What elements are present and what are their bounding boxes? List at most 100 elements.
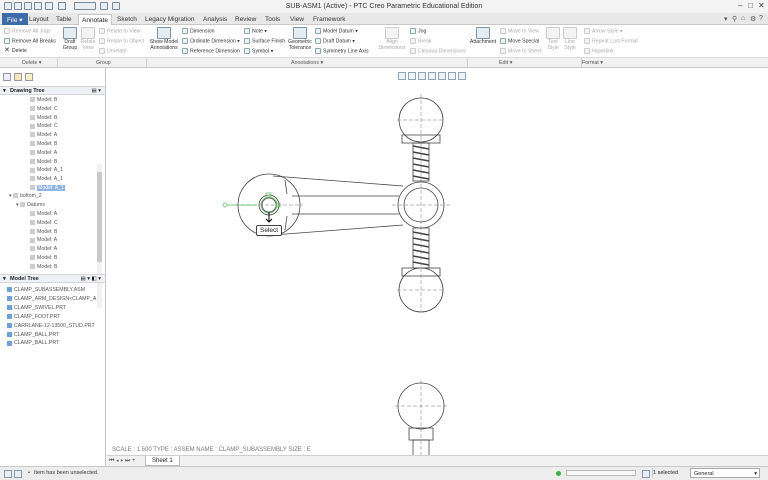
zoom-out-icon[interactable]: [418, 72, 426, 80]
remove-all-jogs-button[interactable]: Remove All Jogs: [4, 28, 51, 34]
tree-item-model[interactable]: Model: B: [30, 141, 57, 147]
drawing-canvas[interactable]: SCALE : 1.500 TYPE : ASSEM NAME : CLAMP_…: [107, 68, 768, 466]
tab-file[interactable]: File ▾: [2, 13, 28, 25]
pin-icon[interactable]: ▾: [724, 15, 728, 23]
draft-datum-button[interactable]: Draft Datum ▾: [315, 38, 355, 44]
folder-icon[interactable]: [14, 73, 22, 81]
hyperlink-button[interactable]: Hyperlink: [584, 48, 614, 54]
drawing-tree-scrollbar[interactable]: [97, 164, 102, 308]
tree-item-model[interactable]: Model: B: [30, 255, 57, 261]
sheet-view-icon[interactable]: [458, 72, 466, 80]
tree-item-model[interactable]: Model: A: [30, 150, 57, 156]
tree-item-model[interactable]: Model: B: [30, 159, 57, 165]
tab-legacy-migration[interactable]: Legacy Migration: [142, 14, 198, 25]
relate-to-view-button[interactable]: Relate to View: [99, 28, 140, 34]
tab-layout[interactable]: Layout: [26, 14, 52, 25]
tab-review[interactable]: Review: [232, 14, 259, 25]
expand-arrow-icon[interactable]: ▾: [9, 193, 12, 199]
arrow-style-button[interactable]: Arrow Style ▾: [584, 28, 623, 34]
tree-node-bottom[interactable]: ▾ bottom_2: [9, 193, 42, 199]
home-icon[interactable]: ⌂: [741, 15, 745, 22]
ordinate-dimension-button[interactable]: Ordinate Dimension ▾: [182, 38, 240, 44]
surface-finish-button[interactable]: Surface Finish: [244, 38, 285, 44]
tree-item-model[interactable]: Model: A_1: [30, 176, 63, 182]
tree-item-model[interactable]: Model: A_1: [30, 185, 65, 191]
drawing-tree-header[interactable]: ▾ Drawing Tree ▤ ▾: [0, 86, 105, 95]
group-edit[interactable]: Edit ▾: [499, 60, 512, 66]
model-tree-item[interactable]: CLAMP_ARM_DESIGN<CLAMP_A: [7, 296, 96, 302]
attachment-button[interactable]: Attachment: [469, 27, 497, 46]
tree-item-model[interactable]: Model: A: [30, 132, 57, 138]
search-icon[interactable]: ⚲: [732, 15, 737, 23]
dimension-button[interactable]: Dimension: [182, 28, 215, 34]
unrelate-button[interactable]: Unrelate: [99, 48, 127, 54]
repaint-icon[interactable]: [428, 72, 436, 80]
tab-view[interactable]: View: [287, 14, 307, 25]
tree-item-model[interactable]: Model: C: [30, 123, 58, 129]
repeat-last-format-button[interactable]: Repeat Last Format: [584, 38, 638, 44]
tree-item-model[interactable]: Model: B: [30, 229, 57, 235]
tree-item-model[interactable]: Model: B: [30, 97, 57, 103]
break-button[interactable]: Break: [410, 38, 432, 44]
move-to-view-button[interactable]: Move to View: [500, 28, 539, 34]
tree-item-model[interactable]: Model: C: [30, 220, 58, 226]
zoom-in-icon[interactable]: [408, 72, 416, 80]
geometric-tolerance-button[interactable]: Geometric Tolerance: [287, 27, 313, 51]
model-tree-item[interactable]: CARRLANE-12-13500_STUD.PRT: [7, 323, 95, 329]
settings-icon[interactable]: ⚙: [750, 15, 756, 23]
refit-icon[interactable]: [398, 72, 406, 80]
pan-icon[interactable]: [438, 72, 446, 80]
toggle-browser-icon[interactable]: [14, 470, 22, 478]
tab-tools[interactable]: Tools: [262, 14, 283, 25]
filter-dropdown[interactable]: General ▾: [690, 468, 760, 478]
close-icon[interactable]: ✕: [758, 2, 765, 10]
align-dimensions-button[interactable]: Align Dimensions: [376, 27, 408, 51]
reference-dimension-button[interactable]: Reference Dimension: [182, 48, 240, 54]
tree-item-model[interactable]: Model: A: [30, 246, 57, 252]
tree-node-datums[interactable]: ▾ Datums: [16, 202, 45, 208]
group-delete[interactable]: Delete ▾: [22, 60, 41, 66]
model-tree-item[interactable]: CLAMP_SUBASSEMBLY.ASM: [7, 287, 85, 293]
tree-item-model[interactable]: Model: C: [30, 106, 58, 112]
remove-all-breaks-button[interactable]: Remove All Breaks: [4, 38, 56, 44]
tab-annotate[interactable]: Annotate: [78, 14, 113, 25]
help-icon[interactable]: ?: [759, 15, 763, 22]
model-tree-settings-icon[interactable]: ▤ ▾ ◧ ▾: [81, 276, 102, 282]
relate-to-object-button[interactable]: Relate to Object: [99, 38, 144, 44]
layers-icon[interactable]: [3, 73, 11, 81]
tab-table[interactable]: Table: [53, 14, 75, 25]
tree-item-model[interactable]: Model: A: [30, 237, 57, 243]
expand-arrow-icon[interactable]: ▾: [16, 202, 19, 208]
model-tree-header[interactable]: ▾ Model Tree ▤ ▾ ◧ ▾: [0, 274, 105, 283]
model-tree-item[interactable]: CLAMP_SWIVEL.PRT: [7, 305, 66, 311]
show-model-annotations-button[interactable]: Show Model Annotations: [148, 27, 180, 51]
model-tree-item[interactable]: CLAMP_FOOT.PRT: [7, 314, 60, 320]
sheet-nav-icon[interactable]: ⏮ ◂ ▸ ⏭ +: [109, 458, 135, 465]
move-special-button[interactable]: Move Special: [500, 38, 539, 44]
model-tree-item[interactable]: CLAMP_BALL.PRT: [7, 332, 59, 338]
maximize-icon[interactable]: □: [748, 2, 753, 10]
collapse-arrow-icon[interactable]: ▾: [3, 88, 6, 94]
tree-item-model[interactable]: Model: B: [30, 115, 57, 121]
collapse-arrow-icon[interactable]: ▾: [3, 276, 6, 282]
note-button[interactable]: Note ▾: [244, 28, 267, 34]
tree-settings-icon[interactable]: ▤ ▾: [92, 88, 102, 94]
text-style-button[interactable]: Text Style: [545, 27, 561, 51]
toggle-navigator-icon[interactable]: [4, 470, 12, 478]
tree-item-model[interactable]: Model: B: [30, 264, 57, 270]
symbol-button[interactable]: Symbol ▾: [244, 48, 273, 54]
model-datum-button[interactable]: Model Datum ▾: [315, 28, 358, 34]
relate-view-button[interactable]: Relate View: [78, 27, 98, 51]
tab-analysis[interactable]: Analysis: [200, 14, 230, 25]
tree-item-model[interactable]: Model: A: [30, 211, 57, 217]
line-style-button[interactable]: Line Style: [562, 27, 578, 51]
cleanup-dimensions-button[interactable]: Cleanup Dimensions: [410, 48, 466, 54]
group-format[interactable]: Format ▾: [582, 60, 603, 66]
view-display-icon[interactable]: [448, 72, 456, 80]
selection-filter-icon[interactable]: [642, 470, 650, 478]
move-to-sheet-button[interactable]: Move to Sheet: [500, 48, 541, 54]
minimize-icon[interactable]: –: [738, 2, 742, 10]
scroll-thumb[interactable]: [97, 172, 102, 262]
tree-item-model[interactable]: Model: A_1: [30, 167, 63, 173]
sheet-tab[interactable]: Sheet 1: [145, 456, 180, 466]
